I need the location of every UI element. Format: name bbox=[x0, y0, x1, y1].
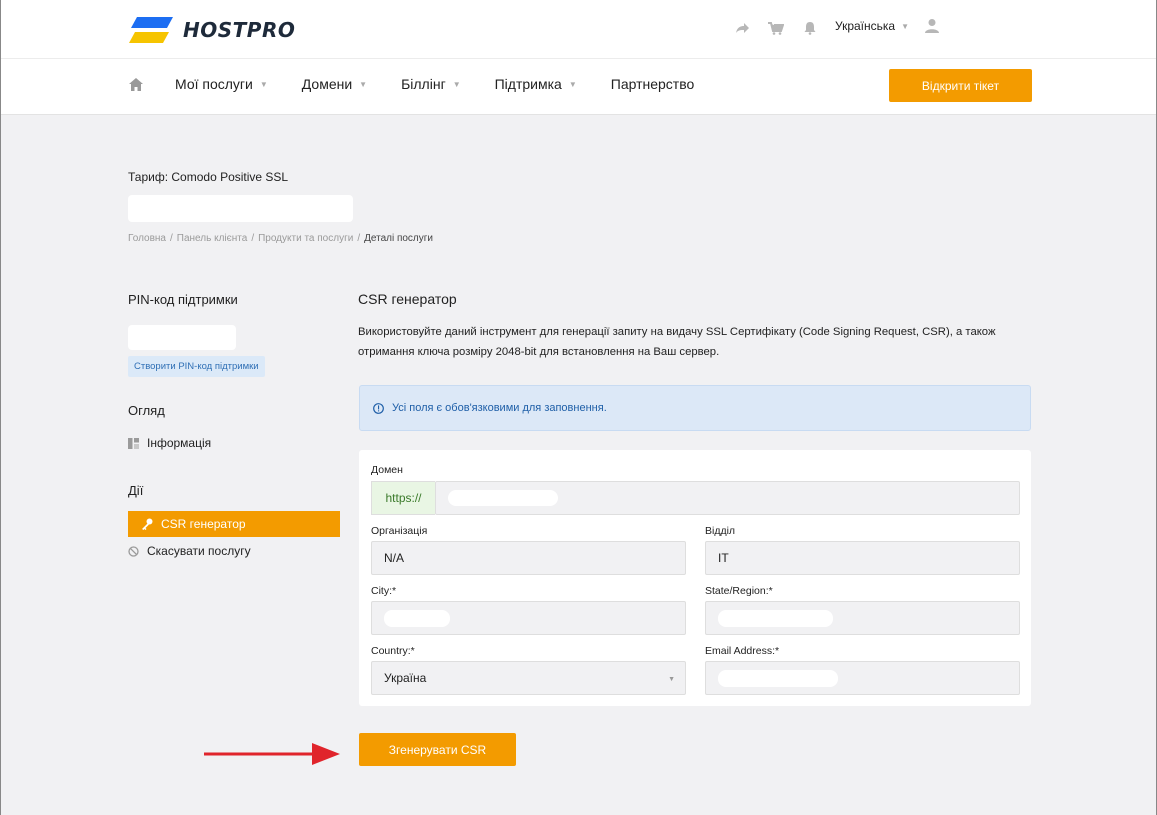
chevron-down-icon: ▼ bbox=[259, 79, 268, 89]
sidebar-item-cancel-service[interactable]: Скасувати послугу bbox=[128, 544, 251, 558]
bell-icon[interactable] bbox=[802, 20, 818, 36]
breadcrumb: Головна / Панель клієнта / Продукти та п… bbox=[128, 233, 433, 244]
breadcrumb-separator: / bbox=[251, 233, 255, 244]
nav-label: Партнерство bbox=[610, 76, 695, 92]
organization-label: Організація bbox=[371, 525, 428, 537]
pin-heading: PIN-код підтримки bbox=[128, 292, 238, 307]
breadcrumb-client-panel[interactable]: Панель клієнта bbox=[177, 233, 248, 244]
generate-csr-button[interactable]: Згенерувати CSR bbox=[359, 733, 516, 766]
organization-value: N/A bbox=[384, 551, 405, 565]
red-arrow-icon bbox=[204, 743, 340, 765]
sidebar-item-label: Інформація bbox=[147, 436, 212, 450]
dashboard-icon bbox=[128, 437, 139, 449]
breadcrumb-products[interactable]: Продукти та послуги bbox=[258, 233, 353, 244]
country-value: Україна bbox=[384, 671, 427, 685]
logo-mark-icon bbox=[129, 17, 173, 43]
info-alert: Усі поля є обов'язковими для заповнення. bbox=[359, 385, 1031, 431]
city-label: City:* bbox=[371, 585, 397, 597]
redacted-pin bbox=[128, 325, 236, 350]
language-label: Українська bbox=[835, 19, 896, 33]
nav-label: Підтримка bbox=[494, 76, 562, 92]
breadcrumb-current: Деталі послуги bbox=[364, 233, 434, 244]
chevron-down-icon: ▼ bbox=[452, 79, 461, 89]
department-label: Відділ bbox=[705, 525, 736, 537]
brand-name: HOSTPRO bbox=[183, 18, 296, 42]
top-header: HOSTPRO Українська ▼ Мої послуги ▼ Домен… bbox=[1, 0, 1156, 115]
header-divider bbox=[1, 58, 1156, 59]
nav-label: Біллінг bbox=[401, 76, 446, 92]
user-icon[interactable] bbox=[924, 18, 940, 37]
key-icon bbox=[142, 518, 153, 530]
breadcrumb-home[interactable]: Головна bbox=[128, 233, 166, 244]
overview-heading: Огляд bbox=[128, 403, 165, 418]
breadcrumb-separator: / bbox=[357, 233, 361, 244]
domain-input[interactable] bbox=[435, 481, 1020, 515]
cart-icon[interactable] bbox=[768, 20, 784, 36]
domain-prefix: https:// bbox=[371, 481, 435, 515]
info-icon bbox=[373, 402, 384, 414]
redacted-value bbox=[718, 609, 833, 627]
section-title: CSR генератор bbox=[358, 291, 457, 307]
domain-label: Домен bbox=[371, 464, 403, 476]
breadcrumb-separator: / bbox=[170, 233, 173, 244]
ban-icon bbox=[128, 545, 139, 557]
share-icon[interactable] bbox=[734, 20, 750, 36]
redacted-value bbox=[718, 669, 838, 687]
sidebar-item-label: CSR генератор bbox=[161, 517, 246, 531]
organization-input[interactable]: N/A bbox=[371, 541, 686, 575]
nav-support[interactable]: Підтримка ▼ bbox=[495, 76, 577, 92]
state-label: State/Region:* bbox=[705, 585, 773, 597]
create-pin-button[interactable]: Створити PIN-код підтримки bbox=[128, 356, 265, 377]
language-selector[interactable]: Українська ▼ bbox=[835, 19, 909, 33]
sidebar-item-csr-generator[interactable]: CSR генератор bbox=[128, 511, 340, 537]
city-input[interactable] bbox=[371, 601, 686, 635]
actions-heading: Дії bbox=[128, 483, 144, 498]
sidebar-item-information[interactable]: Інформація bbox=[128, 436, 211, 450]
country-select[interactable]: Україна ▼ bbox=[371, 661, 686, 695]
redacted-value bbox=[448, 490, 558, 506]
main-nav: Мої послуги ▼ Домени ▼ Біллінг ▼ Підтрим… bbox=[129, 76, 728, 92]
nav-label: Домени bbox=[301, 76, 353, 92]
header-icons bbox=[734, 20, 818, 36]
page-title: Тариф: Comodo Positive SSL bbox=[128, 170, 289, 184]
open-ticket-button[interactable]: Відкрити тікет bbox=[889, 69, 1032, 102]
nav-partnership[interactable]: Партнерство bbox=[611, 76, 695, 92]
chevron-down-icon: ▼ bbox=[901, 21, 910, 31]
email-label: Email Address:* bbox=[705, 645, 780, 657]
redacted-value bbox=[384, 609, 450, 627]
chevron-down-icon: ▼ bbox=[359, 79, 368, 89]
redacted-domain bbox=[128, 195, 353, 222]
chevron-down-icon: ▼ bbox=[668, 676, 675, 683]
hostpro-logo[interactable]: HOSTPRO bbox=[129, 14, 295, 46]
alert-text: Усі поля є обов'язковими для заповнення. bbox=[392, 402, 607, 414]
nav-label: Мої послуги bbox=[175, 76, 253, 92]
nav-my-services[interactable]: Мої послуги ▼ bbox=[175, 76, 268, 92]
department-value: IT bbox=[718, 551, 729, 565]
nav-billing[interactable]: Біллінг ▼ bbox=[401, 76, 461, 92]
department-input[interactable]: IT bbox=[705, 541, 1020, 575]
sidebar-item-label: Скасувати послугу bbox=[147, 544, 251, 558]
section-description: Використовуйте даний інструмент для гене… bbox=[358, 326, 996, 358]
nav-domains[interactable]: Домени ▼ bbox=[302, 76, 367, 92]
country-label: Country:* bbox=[371, 645, 415, 657]
state-input[interactable] bbox=[705, 601, 1020, 635]
email-input[interactable] bbox=[705, 661, 1020, 695]
chevron-down-icon: ▼ bbox=[568, 79, 577, 89]
home-icon[interactable] bbox=[129, 77, 145, 91]
